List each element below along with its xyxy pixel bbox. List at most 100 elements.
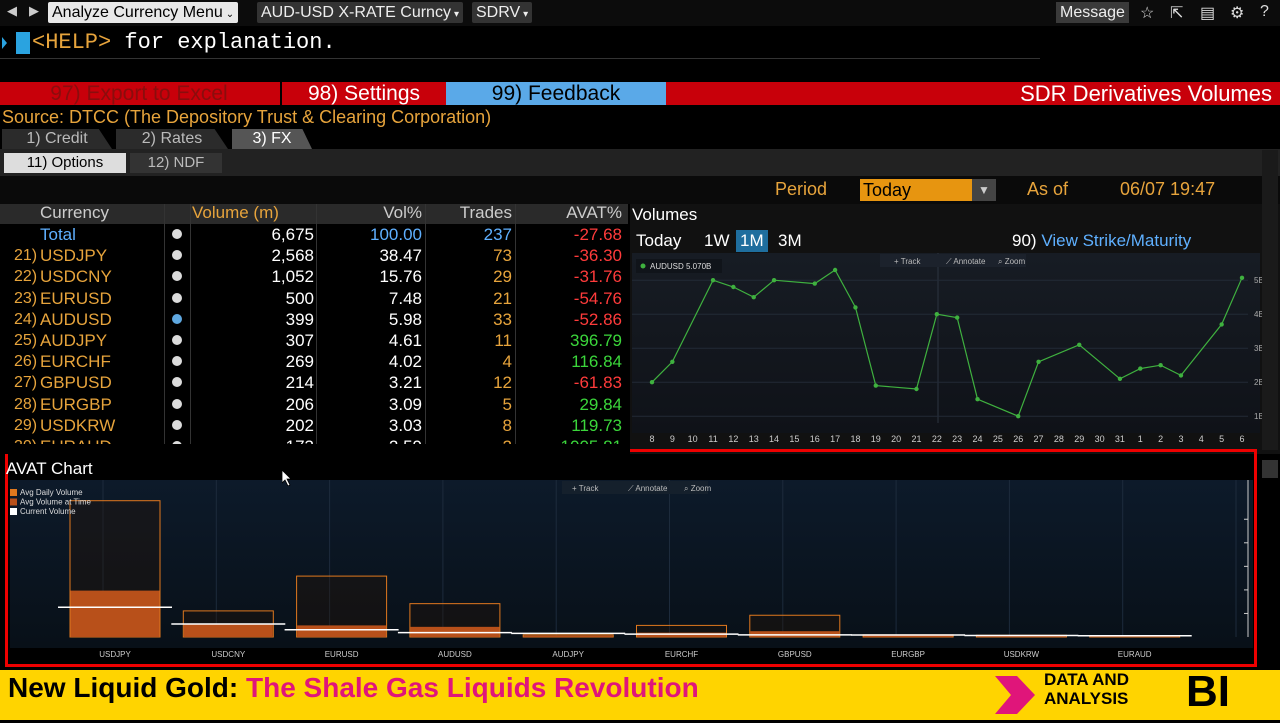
row-avat: -27.68 — [573, 225, 622, 244]
row-volpct: 100.00 — [370, 225, 422, 244]
range-today[interactable]: Today — [632, 230, 685, 252]
scrollbar[interactable] — [1262, 150, 1278, 450]
row-currency: USDKRW — [40, 415, 116, 435]
bi-logo: BI — [1186, 667, 1230, 716]
chevron-down-icon[interactable]: ▼ — [972, 179, 996, 201]
table-row[interactable]: 21) USDJPY 2,568 38.47 73 -36.30 — [0, 245, 628, 266]
col-trades[interactable]: Trades — [428, 203, 512, 223]
row-chart-icon[interactable] — [172, 335, 182, 345]
row-currency: USDJPY — [40, 246, 108, 266]
bar-avg-at-time — [183, 623, 273, 637]
command-cursor — [2, 32, 30, 54]
col-volpct[interactable]: Vol% — [320, 203, 422, 223]
row-chart-icon[interactable] — [172, 398, 182, 409]
legend-marker — [640, 263, 646, 269]
data-point — [731, 284, 736, 290]
asof-label: As of — [1027, 179, 1069, 199]
command-text: <HELP> for explanation. — [32, 30, 336, 55]
row-trades: 11 — [494, 331, 512, 350]
row-currency: EURCHF — [40, 352, 111, 372]
currency-table: Total 6,675 100.00 237 -27.68 21) USDJPY 2,568 3… — [0, 224, 628, 450]
col-avat[interactable]: AVAT% — [518, 203, 622, 223]
x-tick-label: 22 — [932, 434, 942, 444]
x-tick-label: 5 — [1219, 434, 1224, 444]
help-icon[interactable]: ? — [1260, 3, 1269, 21]
table-row[interactable]: 24) AUDUSD 399 5.98 33 -52.86 — [0, 309, 628, 330]
data-point — [873, 383, 878, 388]
message-button[interactable]: Message — [1056, 2, 1129, 23]
row-trades: 8 — [502, 415, 512, 435]
data-point — [1077, 342, 1082, 347]
row-chart-icon[interactable] — [172, 229, 182, 239]
data-point — [1016, 414, 1021, 419]
row-volpct: 4.61 — [388, 331, 422, 350]
x-tick-label: 19 — [871, 434, 881, 444]
range-3m[interactable]: 3M — [774, 230, 806, 252]
row-volpct: 38.47 — [379, 246, 422, 266]
volumes-chart[interactable]: 1B 2B 3B 4B 5B 8 9 10 11 12 13 14 15 16 17 18 19 20 21 22 23… — [632, 253, 1264, 444]
notes-icon[interactable]: ▤ — [1200, 3, 1215, 23]
forward-arrow-icon[interactable]: ▶ — [29, 3, 39, 19]
row-avat: 119.73 — [571, 415, 622, 435]
settings-button[interactable]: 98) Settings — [280, 82, 446, 105]
table-row[interactable]: 29) USDKRW 202 3.03 8 119.73 — [0, 415, 628, 436]
col-volume[interactable]: Volume (m) — [192, 203, 279, 223]
row-chart-icon[interactable] — [172, 313, 182, 324]
export-icon[interactable]: ⇱ — [1170, 3, 1183, 23]
chart-tool-track: + Track — [572, 484, 599, 493]
security-label: AUD-USD X-RATE Curncy — [261, 4, 451, 21]
x-tick-label: GBPUSD — [778, 650, 812, 659]
table-row[interactable]: 23) EURUSD 500 7.48 21 -54.76 — [0, 288, 628, 309]
row-chart-icon[interactable] — [172, 271, 182, 282]
security-dropdown[interactable]: AUD-USD X-RATE Curncy ▾ — [257, 2, 463, 23]
table-row[interactable]: 26) EURCHF 269 4.02 4 116.84 — [0, 351, 628, 372]
function-dropdown[interactable]: SDRV ▾ — [472, 2, 533, 23]
view-strike-maturity-link[interactable]: 90) View Strike/Maturity — [1008, 230, 1195, 252]
row-avat: -61.83 — [573, 373, 622, 393]
range-1m[interactable]: 1M — [736, 230, 768, 252]
range-1w[interactable]: 1W — [700, 230, 734, 252]
banner-text[interactable]: New Liquid Gold: The Shale Gas Liquids R… — [8, 672, 699, 704]
row-chart-icon[interactable] — [172, 250, 182, 261]
table-row[interactable]: Total 6,675 100.00 237 -27.68 — [0, 224, 628, 245]
legend-label: Avg Daily Volume — [20, 488, 83, 497]
analyze-menu-dropdown[interactable]: Analyze Currency Menu ⌄ — [48, 2, 239, 23]
period-dropdown[interactable]: Today — [860, 179, 973, 201]
row-volume: 6,675 — [271, 225, 314, 244]
subtab-options[interactable]: 11) Options — [4, 153, 126, 173]
table-row[interactable]: 22) USDCNY 1,052 15.76 29 -31.76 — [0, 266, 628, 287]
row-id: 23) — [14, 289, 38, 307]
subtab-ndf[interactable]: 12) NDF — [130, 153, 222, 173]
tab-fx[interactable]: 3) FX — [232, 129, 312, 149]
table-row[interactable]: 25) AUDJPY 307 4.61 11 396.79 — [0, 330, 628, 351]
command-line[interactable]: <HELP> for explanation. — [0, 28, 1040, 59]
gear-icon[interactable]: ⚙ — [1230, 3, 1244, 23]
period-label: Period — [775, 179, 828, 199]
x-tick-label: 14 — [769, 434, 779, 444]
chart-tool-annotate: ⟋ Annotate — [946, 257, 986, 266]
row-chart-icon[interactable] — [172, 292, 182, 303]
tab-rates[interactable]: 2) Rates — [116, 129, 228, 149]
back-arrow-icon[interactable]: ◀ — [7, 3, 17, 19]
x-tick-label: 4 — [1199, 434, 1204, 444]
row-avat: -36.30 — [573, 246, 622, 266]
avat-chart[interactable]: USDJPY USDCNY EURUSD AUDUSD AUDJPY EURCHF GBPU… — [10, 480, 1253, 659]
arrow-right-icon — [995, 672, 1041, 718]
scrollbar-thumb[interactable] — [1262, 460, 1278, 478]
feedback-button[interactable]: 99) Feedback — [446, 82, 666, 105]
row-id: 25) — [14, 332, 38, 349]
data-point — [1158, 363, 1163, 368]
data-point — [853, 305, 858, 310]
row-chart-icon[interactable] — [172, 419, 182, 430]
row-trades: 33 — [493, 309, 512, 329]
table-row[interactable]: 28) EURGBP 206 3.09 5 29.84 — [0, 394, 628, 415]
row-currency: AUDUSD — [40, 309, 112, 329]
tab-credit[interactable]: 1) Credit — [2, 129, 112, 149]
volumes-title: Volumes — [632, 205, 698, 224]
export-excel-button[interactable]: 97) Export to Excel — [0, 82, 278, 105]
row-chart-icon[interactable] — [172, 377, 182, 388]
table-row[interactable]: 27) GBPUSD 214 3.21 12 -61.83 — [0, 372, 628, 393]
col-currency[interactable]: Currency — [40, 203, 109, 223]
star-icon[interactable]: ☆ — [1140, 3, 1154, 23]
row-chart-icon[interactable] — [172, 356, 182, 367]
